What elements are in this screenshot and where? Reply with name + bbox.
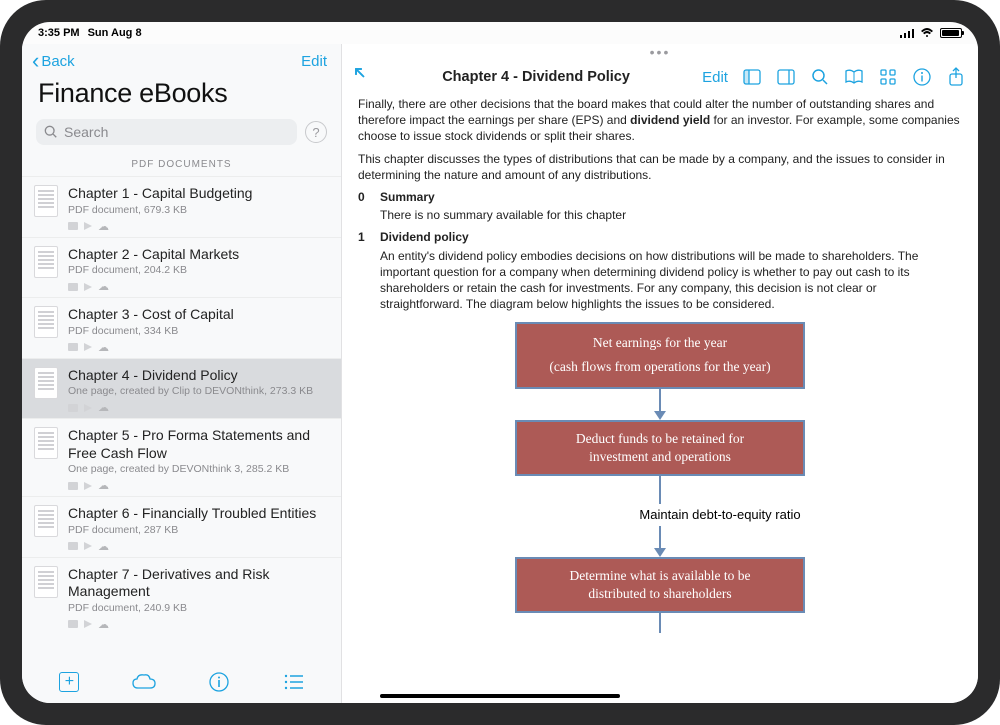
document-list: Chapter 1 - Capital BudgetingPDF documen… [22, 176, 341, 661]
content-pane: ••• Chapter 4 - Dividend Policy Edit [342, 44, 978, 703]
item-subtitle: PDF document, 204.2 KB [68, 264, 329, 276]
paragraph: Finally, there are other decisions that … [358, 96, 962, 145]
thumbnail-icon [34, 306, 58, 338]
battery-icon [940, 28, 962, 38]
expand-icon[interactable] [354, 67, 370, 88]
arrow-down-icon [659, 613, 661, 633]
cellular-icon [900, 28, 914, 38]
list-view-button[interactable] [281, 669, 307, 695]
status-bar: 3:35 PM Sun Aug 8 [22, 22, 978, 44]
flow-box: Deduct funds to be retained for investme… [515, 420, 805, 476]
content-header: Chapter 4 - Dividend Policy Edit [342, 60, 978, 94]
item-subtitle: PDF document, 334 KB [68, 325, 329, 337]
search-tool-icon[interactable] [810, 67, 830, 87]
search-placeholder: Search [64, 124, 108, 140]
section-heading: 0Summary [358, 189, 962, 205]
sidebar-toolbar: + [22, 661, 341, 703]
item-title: Chapter 7 - Derivatives and Risk Managem… [68, 566, 329, 601]
info-button[interactable] [206, 669, 232, 695]
back-button[interactable]: ‹ Back [32, 50, 75, 72]
book-icon[interactable] [844, 67, 864, 87]
tag-row: ☁ [68, 540, 329, 553]
status-time: 3:35 PM [38, 27, 80, 39]
sidebar: ‹ Back Edit Finance eBooks Search ? PDF … [22, 44, 342, 703]
screen: 3:35 PM Sun Aug 8 ‹ Back [22, 22, 978, 703]
add-button[interactable]: + [56, 669, 82, 695]
item-title: Chapter 1 - Capital Budgeting [68, 185, 329, 203]
section-body: An entity's dividend policy embodies dec… [358, 248, 962, 313]
tag-row: ☁ [68, 220, 329, 233]
item-title: Chapter 2 - Capital Markets [68, 246, 329, 264]
item-subtitle: One page, created by Clip to DEVONthink,… [68, 385, 329, 397]
flowchart: Net earnings for the year (cash flows fr… [358, 322, 962, 633]
drag-handle-icon[interactable]: ••• [342, 44, 978, 60]
column-right-icon[interactable] [776, 67, 796, 87]
list-item[interactable]: Chapter 1 - Capital BudgetingPDF documen… [22, 176, 341, 237]
arrow-down-icon [654, 526, 666, 557]
item-title: Chapter 6 - Financially Troubled Entitie… [68, 505, 329, 523]
list-item[interactable]: Chapter 6 - Financially Troubled Entitie… [22, 496, 341, 557]
arrow-down-icon [654, 389, 666, 420]
help-button[interactable]: ? [305, 121, 327, 143]
document-body[interactable]: Finally, there are other decisions that … [342, 94, 978, 703]
thumbnail-icon [34, 367, 58, 399]
search-icon [44, 125, 58, 139]
search-input[interactable]: Search [36, 119, 297, 145]
thumbnail-icon [34, 505, 58, 537]
wifi-icon [920, 28, 934, 38]
list-item[interactable]: Chapter 4 - Dividend PolicyOne page, cre… [22, 358, 341, 419]
info-tool-icon[interactable] [912, 67, 932, 87]
thumbnail-icon [34, 427, 58, 459]
content-edit-button[interactable]: Edit [702, 69, 728, 86]
sidebar-edit-button[interactable]: Edit [301, 53, 327, 70]
item-subtitle: PDF document, 287 KB [68, 524, 329, 536]
sidebar-title: Finance eBooks [22, 76, 341, 119]
back-label: Back [41, 53, 74, 70]
item-subtitle: PDF document, 240.9 KB [68, 602, 329, 614]
thumbnail-icon [34, 566, 58, 598]
tag-row: ☁ [68, 618, 329, 631]
section-body: There is no summary available for this c… [358, 207, 962, 223]
tag-row: ☁ [68, 341, 329, 354]
home-indicator[interactable] [380, 694, 620, 698]
thumbnail-icon [34, 246, 58, 278]
column-left-icon[interactable] [742, 67, 762, 87]
list-item[interactable]: Chapter 7 - Derivatives and Risk Managem… [22, 557, 341, 635]
item-title: Chapter 4 - Dividend Policy [68, 367, 329, 385]
arrow-down-icon [659, 476, 661, 504]
flow-label: Maintain debt-to-equity ratio [639, 506, 800, 524]
tag-row: ☁ [68, 479, 329, 492]
item-subtitle: PDF document, 679.3 KB [68, 204, 329, 216]
chevron-left-icon: ‹ [32, 50, 39, 72]
tag-row: ☁ [68, 401, 329, 414]
ipad-frame: 3:35 PM Sun Aug 8 ‹ Back [0, 0, 1000, 725]
paragraph: This chapter discusses the types of dist… [358, 151, 962, 183]
status-date: Sun Aug 8 [88, 27, 142, 39]
flow-box: Net earnings for the year (cash flows fr… [515, 322, 805, 388]
grid-icon[interactable] [878, 67, 898, 87]
item-subtitle: One page, created by DEVONthink 3, 285.2… [68, 463, 329, 475]
list-item[interactable]: Chapter 5 - Pro Forma Statements and Fre… [22, 418, 341, 496]
cloud-button[interactable] [131, 669, 157, 695]
item-title: Chapter 3 - Cost of Capital [68, 306, 329, 324]
list-item[interactable]: Chapter 3 - Cost of CapitalPDF document,… [22, 297, 341, 358]
section-header: PDF DOCUMENTS [22, 155, 341, 176]
document-title: Chapter 4 - Dividend Policy [442, 69, 630, 85]
share-icon[interactable] [946, 67, 966, 87]
item-title: Chapter 5 - Pro Forma Statements and Fre… [68, 427, 329, 462]
thumbnail-icon [34, 185, 58, 217]
flow-box: Determine what is available to be distri… [515, 557, 805, 613]
tag-row: ☁ [68, 280, 329, 293]
section-heading: 1Dividend policy [358, 229, 962, 245]
list-item[interactable]: Chapter 2 - Capital MarketsPDF document,… [22, 237, 341, 298]
